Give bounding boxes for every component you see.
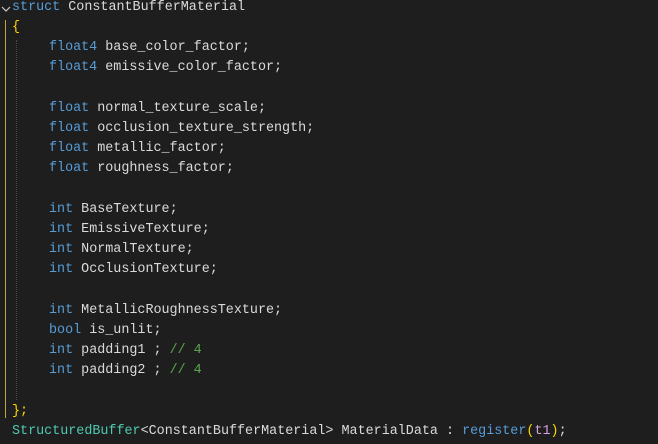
struct-name: ConstantBufferMaterial	[68, 0, 246, 15]
member-type: float4	[49, 40, 98, 55]
keyword: struct	[12, 0, 61, 15]
member-type: int	[49, 363, 74, 378]
member-type: int	[49, 242, 74, 257]
comment: // 4	[169, 343, 202, 358]
member-type: bool	[49, 323, 82, 338]
code-line-buffer-decl: StructuredBuffer<ConstantBufferMaterial>…	[12, 422, 567, 442]
member-type: float	[49, 161, 90, 176]
member-name: MetallicRoughnessTexture	[81, 303, 275, 318]
template-arg: ConstantBufferMaterial	[148, 424, 326, 439]
code-line-member: int padding2 ; // 4	[49, 361, 202, 381]
member-terminator: ;	[274, 303, 283, 318]
code-line-member: float4 base_color_factor;	[49, 38, 250, 58]
member-name: normal_texture_scale	[97, 101, 258, 116]
template-type: StructuredBuffer	[12, 424, 141, 439]
member-terminator: ;	[209, 262, 218, 277]
member-name: roughness_factor	[97, 161, 226, 176]
code-line-member: float4 emissive_color_factor;	[49, 58, 282, 78]
code-editor[interactable]: struct ConstantBufferMaterial { float4 b…	[0, 0, 658, 444]
member-name: metallic_factor	[97, 141, 218, 156]
member-type: int	[49, 222, 74, 237]
brace-close: };	[12, 404, 29, 419]
member-name: is_unlit	[89, 323, 154, 338]
member-name: padding2	[81, 363, 146, 378]
member-terminator: ;	[185, 242, 194, 257]
code-line-member: float roughness_factor;	[49, 159, 234, 179]
code-line-open-brace: {	[12, 18, 20, 38]
semicolon: ;	[558, 424, 567, 439]
member-type: float4	[49, 60, 98, 75]
member-name: EmissiveTexture	[81, 222, 202, 237]
variable-name: MaterialData	[341, 424, 438, 439]
member-terminator: ;	[145, 343, 162, 358]
code-line-member: int MetallicRoughnessTexture;	[49, 301, 282, 321]
brace-open: {	[12, 20, 21, 35]
member-type: float	[49, 121, 90, 136]
member-type: int	[49, 343, 74, 358]
code-line-close-brace: };	[12, 402, 28, 422]
member-name: NormalTexture	[81, 242, 186, 257]
code-line-member: int padding1 ; // 4	[49, 341, 202, 361]
paren-close: )	[550, 424, 559, 439]
member-terminator: ;	[306, 121, 315, 136]
member-type: float	[49, 141, 90, 156]
member-name: occlusion_texture_strength	[97, 121, 307, 136]
code-line-member: bool is_unlit;	[49, 321, 162, 341]
code-line-member: int NormalTexture;	[49, 240, 194, 260]
code-line-member: float normal_texture_scale;	[49, 99, 266, 119]
comment: // 4	[169, 363, 202, 378]
member-name: emissive_color_factor	[105, 60, 275, 75]
member-name: BaseTexture	[81, 202, 170, 217]
member-name: padding1	[81, 343, 146, 358]
code-line-member: int EmissiveTexture;	[49, 220, 210, 240]
member-terminator: ;	[153, 323, 162, 338]
code-line-member: float occlusion_texture_strength;	[49, 119, 314, 139]
member-terminator: ;	[217, 141, 226, 156]
member-type: int	[49, 303, 74, 318]
member-type: float	[49, 101, 90, 116]
member-terminator: ;	[241, 40, 250, 55]
code-line-struct-header: struct ConstantBufferMaterial	[12, 0, 245, 18]
member-terminator: ;	[145, 363, 162, 378]
member-terminator: ;	[225, 161, 234, 176]
member-type: int	[49, 202, 74, 217]
code-line-member: float metallic_factor;	[49, 139, 226, 159]
chevron-down-icon[interactable]	[1, 1, 11, 17]
member-terminator: ;	[257, 101, 266, 116]
register-arg: t1	[534, 424, 551, 439]
indent-guide	[16, 40, 17, 400]
colon: :	[446, 424, 455, 439]
code-line-member: int OcclusionTexture;	[49, 260, 218, 280]
member-terminator: ;	[274, 60, 283, 75]
member-name: OcclusionTexture	[81, 262, 210, 277]
member-name: base_color_factor	[105, 40, 242, 55]
member-terminator: ;	[201, 222, 210, 237]
angle-close: >	[325, 424, 334, 439]
register-keyword: register	[462, 424, 527, 439]
member-type: int	[49, 262, 74, 277]
fold-region-bar	[5, 20, 6, 418]
angle-open: <	[140, 424, 149, 439]
member-terminator: ;	[169, 202, 178, 217]
code-line-member: int BaseTexture;	[49, 200, 178, 220]
